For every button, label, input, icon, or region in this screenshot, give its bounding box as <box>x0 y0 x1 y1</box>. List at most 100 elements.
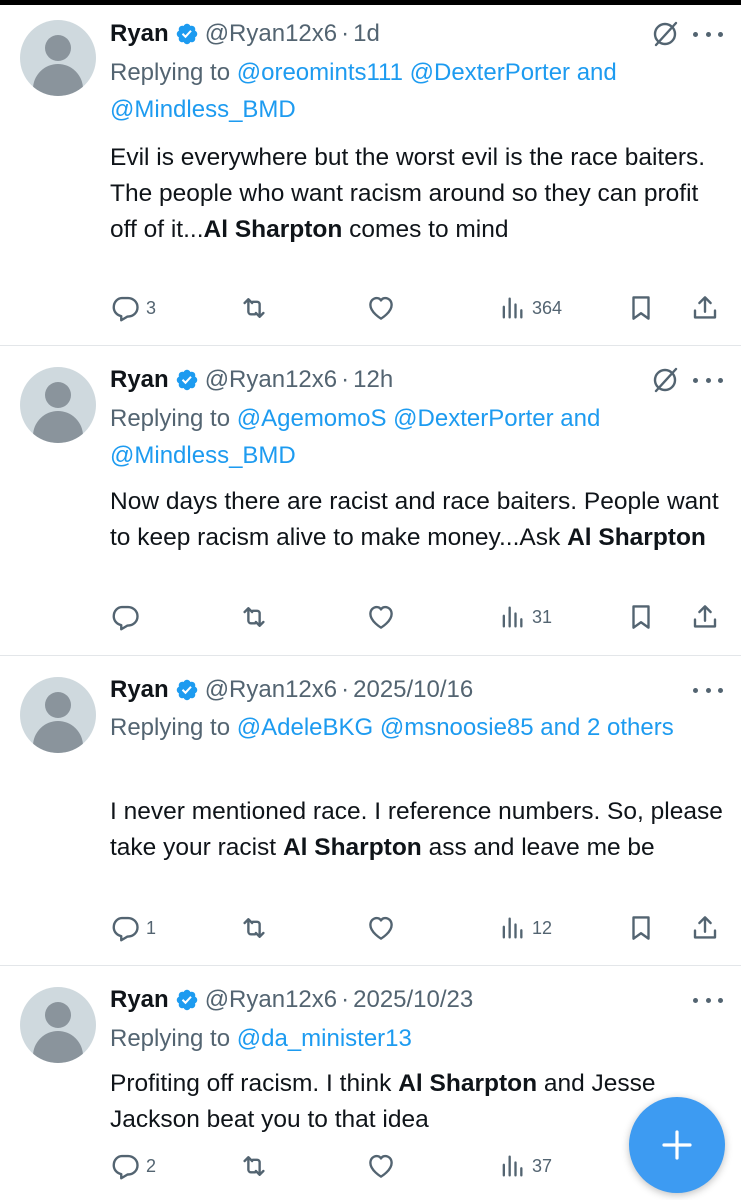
more-icon[interactable] <box>693 685 723 695</box>
share-button[interactable] <box>690 602 720 632</box>
verified-badge-icon <box>176 989 197 1011</box>
retweet-button[interactable] <box>238 1151 270 1181</box>
more-icon[interactable] <box>693 375 723 385</box>
retweet-button[interactable] <box>238 602 270 632</box>
like-button[interactable] <box>365 602 397 632</box>
like-icon <box>369 916 393 940</box>
tweet[interactable]: Ryan @Ryan12x6 · 2025/10/16 Replying to … <box>0 656 741 966</box>
reply-button[interactable] <box>110 602 146 632</box>
tweet[interactable]: Ryan @Ryan12x6 · 12h Replying to @Agemom… <box>0 346 741 656</box>
share-icon <box>693 916 717 939</box>
replying-to-mentions[interactable]: @AdeleBKG @msnoosie85 and 2 others <box>237 714 674 741</box>
reply-button[interactable]: 2 <box>110 1151 156 1181</box>
bookmark-button[interactable] <box>626 602 656 632</box>
like-button[interactable] <box>365 293 397 323</box>
separator-dot: · <box>341 986 350 1013</box>
verified-badge-icon <box>176 679 197 701</box>
avatar[interactable] <box>20 677 96 753</box>
more-icon[interactable] <box>693 29 723 39</box>
separator-dot: · <box>341 676 350 703</box>
like-icon <box>369 605 393 629</box>
retweet-icon <box>243 607 265 627</box>
tweet-text-bold: Al Sharpton <box>567 524 706 551</box>
author-handle[interactable]: @Ryan12x6 <box>205 676 337 704</box>
compose-plus-icon <box>662 1130 692 1160</box>
replying-to-label: Replying to <box>110 1025 237 1052</box>
like-icon <box>369 1154 393 1178</box>
share-icon <box>693 296 717 319</box>
tweet-text-bold: Al Sharpton <box>398 1070 538 1097</box>
tweet-text: Evil is everywhere but the worst evil is… <box>110 140 725 248</box>
avatar[interactable] <box>20 20 96 96</box>
tweet-header: Ryan @Ryan12x6 · 1d <box>110 17 380 51</box>
reply-count: 2 <box>146 1155 157 1176</box>
bookmark-button[interactable] <box>626 293 656 323</box>
reply-button[interactable]: 1 <box>110 913 156 943</box>
tweet-text-bold: Al Sharpton <box>282 834 422 861</box>
replying-to: Replying to @AdeleBKG @msnoosie85 and 2 … <box>110 709 720 746</box>
retweet-icon <box>243 918 265 938</box>
replying-to-mentions[interactable]: @da_minister13 <box>237 1025 412 1052</box>
views-button[interactable]: 37 <box>498 1151 552 1181</box>
timestamp[interactable]: 12h <box>353 366 393 394</box>
timestamp[interactable]: 2025/10/23 <box>353 986 473 1014</box>
replying-to-label: Replying to <box>110 59 237 86</box>
share-icon <box>693 605 717 628</box>
author-name[interactable]: Ryan <box>110 986 169 1014</box>
grok-icon[interactable] <box>651 366 679 394</box>
tweet[interactable]: Ryan @Ryan12x6 · 2025/10/23 Replying to … <box>0 966 741 1200</box>
share-button[interactable] <box>690 913 720 943</box>
tweet-text-part: comes to mind <box>342 216 509 243</box>
reply-icon <box>112 916 139 942</box>
tweet-text-part: Profiting off racism. I think <box>110 1070 399 1097</box>
tweet-header: Ryan @Ryan12x6 · 2025/10/23 <box>110 983 473 1017</box>
like-icon <box>369 296 393 320</box>
tweet-text: I never mentioned race. I reference numb… <box>110 794 725 866</box>
reply-icon <box>112 605 139 631</box>
views-button[interactable]: 12 <box>498 913 552 943</box>
tweet-actions: 3 364 <box>110 291 725 325</box>
tweet-actions: 1 12 <box>110 911 725 945</box>
tweet-header: Ryan @Ryan12x6 · 12h <box>110 363 393 397</box>
reply-count: 3 <box>146 297 157 318</box>
views-button[interactable]: 364 <box>498 293 562 323</box>
retweet-icon <box>243 298 265 318</box>
author-handle[interactable]: @Ryan12x6 <box>205 366 337 394</box>
tweet[interactable]: Ryan @Ryan12x6 · 1d Replying to @oreomin… <box>0 5 741 346</box>
timestamp[interactable]: 1d <box>353 20 380 48</box>
avatar[interactable] <box>20 987 96 1063</box>
retweet-button[interactable] <box>238 293 270 323</box>
view-count: 364 <box>532 297 563 318</box>
author-handle[interactable]: @Ryan12x6 <box>205 986 337 1014</box>
author-name[interactable]: Ryan <box>110 20 169 48</box>
separator-dot: · <box>341 366 350 393</box>
retweet-icon <box>243 1156 265 1176</box>
views-button[interactable]: 31 <box>498 602 552 632</box>
compose-button[interactable] <box>629 1097 725 1193</box>
avatar[interactable] <box>20 367 96 443</box>
reply-count: 1 <box>146 917 157 938</box>
separator-dot: · <box>341 20 350 47</box>
share-button[interactable] <box>690 293 720 323</box>
grok-icon[interactable] <box>651 20 679 48</box>
view-count: 12 <box>532 917 553 938</box>
timestamp[interactable]: 2025/10/16 <box>353 676 473 704</box>
replying-to: Replying to @AgemomoS @DexterPorter and … <box>110 400 720 474</box>
like-button[interactable] <box>365 1151 397 1181</box>
retweet-button[interactable] <box>238 913 270 943</box>
view-count: 37 <box>532 1155 553 1176</box>
author-name[interactable]: Ryan <box>110 676 169 704</box>
like-button[interactable] <box>365 913 397 943</box>
verified-badge-icon <box>176 369 197 391</box>
bookmark-button[interactable] <box>626 913 656 943</box>
tweet-text: Now days there are racist and race baite… <box>110 484 725 556</box>
tweet-header: Ryan @Ryan12x6 · 2025/10/16 <box>110 673 473 707</box>
view-count: 31 <box>532 606 553 627</box>
bookmark-icon <box>632 605 650 629</box>
tweet-text-part: ass and leave me be <box>421 834 655 861</box>
author-name[interactable]: Ryan <box>110 366 169 394</box>
more-icon[interactable] <box>693 995 723 1005</box>
verified-badge-icon <box>176 23 197 45</box>
reply-button[interactable]: 3 <box>110 293 156 323</box>
author-handle[interactable]: @Ryan12x6 <box>205 20 337 48</box>
